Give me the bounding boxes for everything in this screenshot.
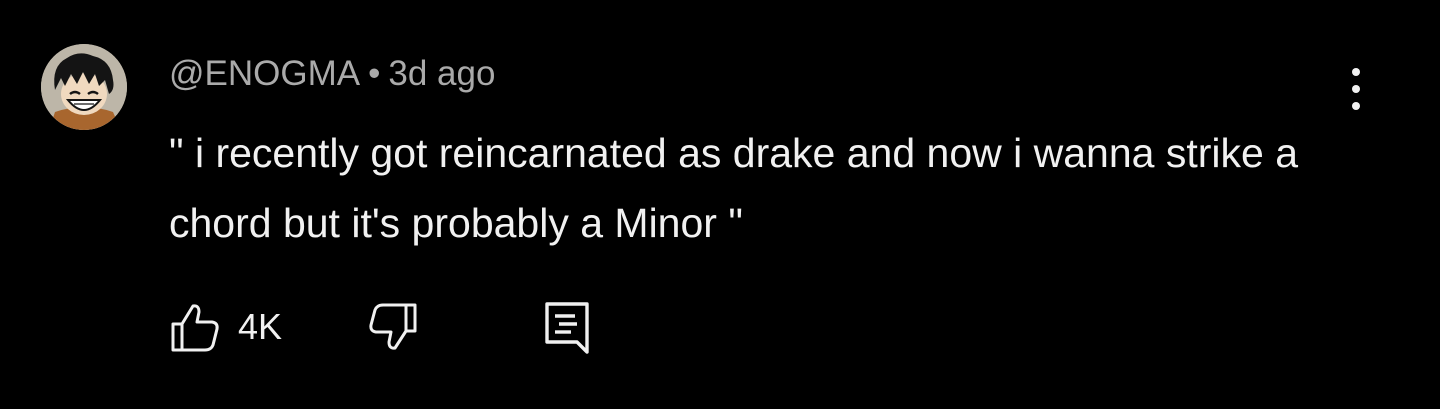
comment-text: " i recently got reincarnated as drake a… bbox=[169, 130, 1299, 246]
comment-header: @ENOGMA • 3d ago bbox=[169, 52, 495, 96]
avatar-image bbox=[41, 44, 127, 130]
dislike-button[interactable] bbox=[366, 300, 420, 354]
like-button[interactable] bbox=[168, 300, 222, 354]
reply-comment-icon bbox=[545, 302, 589, 354]
comment-menu-button[interactable] bbox=[1336, 62, 1376, 116]
thumbs-up-icon bbox=[171, 304, 219, 352]
like-count: 4K bbox=[238, 306, 283, 347]
avatar[interactable] bbox=[41, 44, 127, 130]
thumbs-down-icon bbox=[369, 303, 417, 350]
author-name[interactable]: @ENOGMA bbox=[169, 54, 360, 93]
comment-thread: @ENOGMA • 3d ago " i recently got reincarn… bbox=[0, 0, 1440, 409]
comment-actions: 4K bbox=[0, 290, 1440, 370]
reply-button[interactable] bbox=[541, 300, 595, 354]
header-separator: • bbox=[368, 54, 381, 93]
comment-timestamp[interactable]: 3d ago bbox=[388, 54, 495, 93]
